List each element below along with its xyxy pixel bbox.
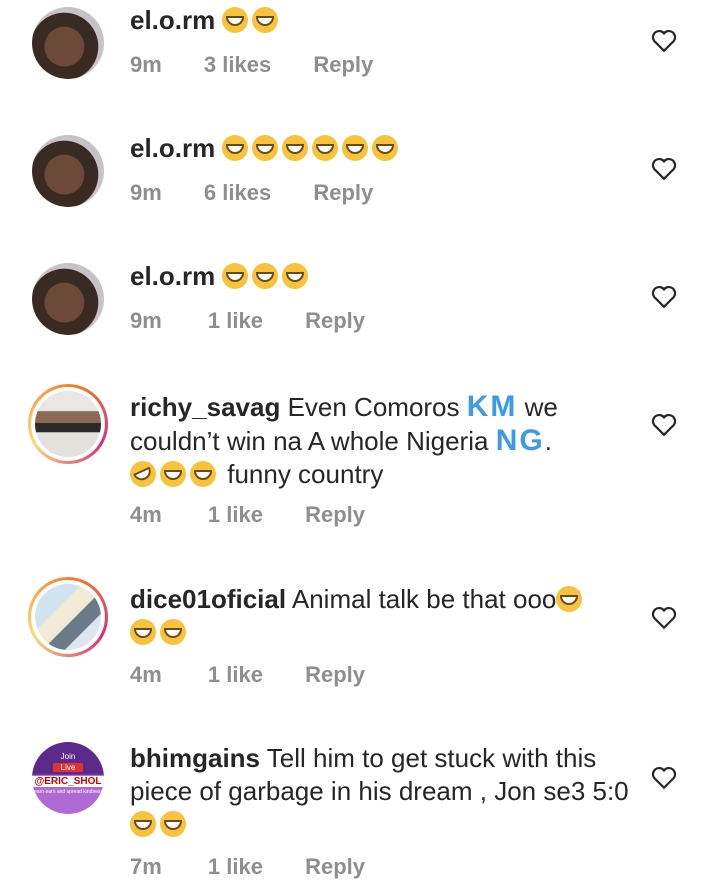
avatar[interactable] [28,384,108,464]
comment-meta: 4m 1 like Reply [130,502,365,528]
reply-button[interactable]: Reply [305,854,365,880]
laughing-emoji-icon [342,135,369,161]
laughing-emoji-icon [556,586,583,612]
badge-line: Live [53,763,83,772]
laughing-emoji-icon [252,135,279,161]
comment-text: funny country [227,459,384,489]
laughing-emoji-icon [160,619,186,645]
heart-icon[interactable] [651,157,677,181]
comment-username[interactable]: dice01oficial [130,584,286,614]
comment-text: Animal talk be that ooo [291,584,557,614]
avatar[interactable]: Join Live @ERIC_SHOL learn earn and spre… [28,738,108,818]
comment-username[interactable]: bhimgains [130,743,260,773]
avatar[interactable] [28,259,108,339]
reply-button[interactable]: Reply [305,308,365,334]
comment-time: 9m [130,180,162,205]
flag-ng-icon: NG [495,424,545,457]
avatar-photo [32,135,104,207]
avatar[interactable] [28,3,108,83]
likes-count[interactable]: 1 like [208,502,263,528]
laughing-emoji-icon [190,461,216,487]
laughing-emoji-icon [252,263,279,289]
heart-icon[interactable] [651,29,677,53]
likes-count[interactable]: 6 likes [204,180,271,206]
heart-icon[interactable] [651,285,677,309]
laughing-emoji-icon [222,263,249,289]
reply-button[interactable]: Reply [305,502,365,528]
flag-km-icon: KM [466,390,518,423]
laughing-emoji-icon [312,135,339,161]
heart-icon[interactable] [651,766,677,790]
comment-meta: 9m 6 likes Reply [130,180,373,206]
likes-count[interactable]: 3 likes [204,52,271,78]
comment-meta: 9m 3 likes Reply [130,52,373,78]
reply-button[interactable]: Reply [313,180,373,206]
laughing-emoji-icon [252,7,279,33]
comment-username[interactable]: richy_savag [130,392,280,422]
laughing-emoji-icon [130,619,156,645]
laughing-emoji-icon [282,135,309,161]
laughing-emoji-icon [130,811,156,837]
comment-time: 4m [130,662,162,687]
comment-username[interactable]: el.o.rm [130,5,215,35]
laughing-emoji-icon [372,135,399,161]
reply-button[interactable]: Reply [305,662,365,688]
avatar-photo [32,7,104,79]
avatar[interactable] [28,577,108,657]
likes-count[interactable]: 1 like [208,854,263,880]
comment-username[interactable]: el.o.rm [130,261,215,291]
laughing-emoji-icon [222,135,249,161]
badge-subtitle: learn earn and spread kindness [32,789,104,795]
avatar-photo [35,584,101,650]
heart-icon[interactable] [651,413,677,437]
comment-meta: 9m 1 like Reply [130,308,365,334]
comment-time: 9m [130,308,162,333]
rofl-emoji-icon [125,456,161,492]
laughing-emoji-icon [160,811,186,837]
reply-button[interactable]: Reply [313,52,373,78]
comment-text: . [544,426,552,456]
likes-count[interactable]: 1 like [208,308,263,334]
likes-count[interactable]: 1 like [208,662,263,688]
comment-time: 4m [130,502,162,527]
comment-meta: 4m 1 like Reply [130,662,365,688]
laughing-emoji-icon [282,263,309,289]
comment-meta: 7m 1 like Reply [130,854,365,880]
comment-username[interactable]: el.o.rm [130,133,215,163]
laughing-emoji-icon [222,7,249,33]
comment-text: Even Comoros [287,392,460,422]
heart-icon[interactable] [651,606,677,630]
avatar-photo [35,391,101,457]
badge-handle: @ERIC_SHOL [32,776,104,787]
avatar-photo [32,263,104,335]
comment-time: 9m [130,52,162,77]
badge-line: Join [60,752,76,761]
laughing-emoji-icon [160,461,186,487]
avatar[interactable] [28,131,108,211]
comment-time: 7m [130,854,162,879]
